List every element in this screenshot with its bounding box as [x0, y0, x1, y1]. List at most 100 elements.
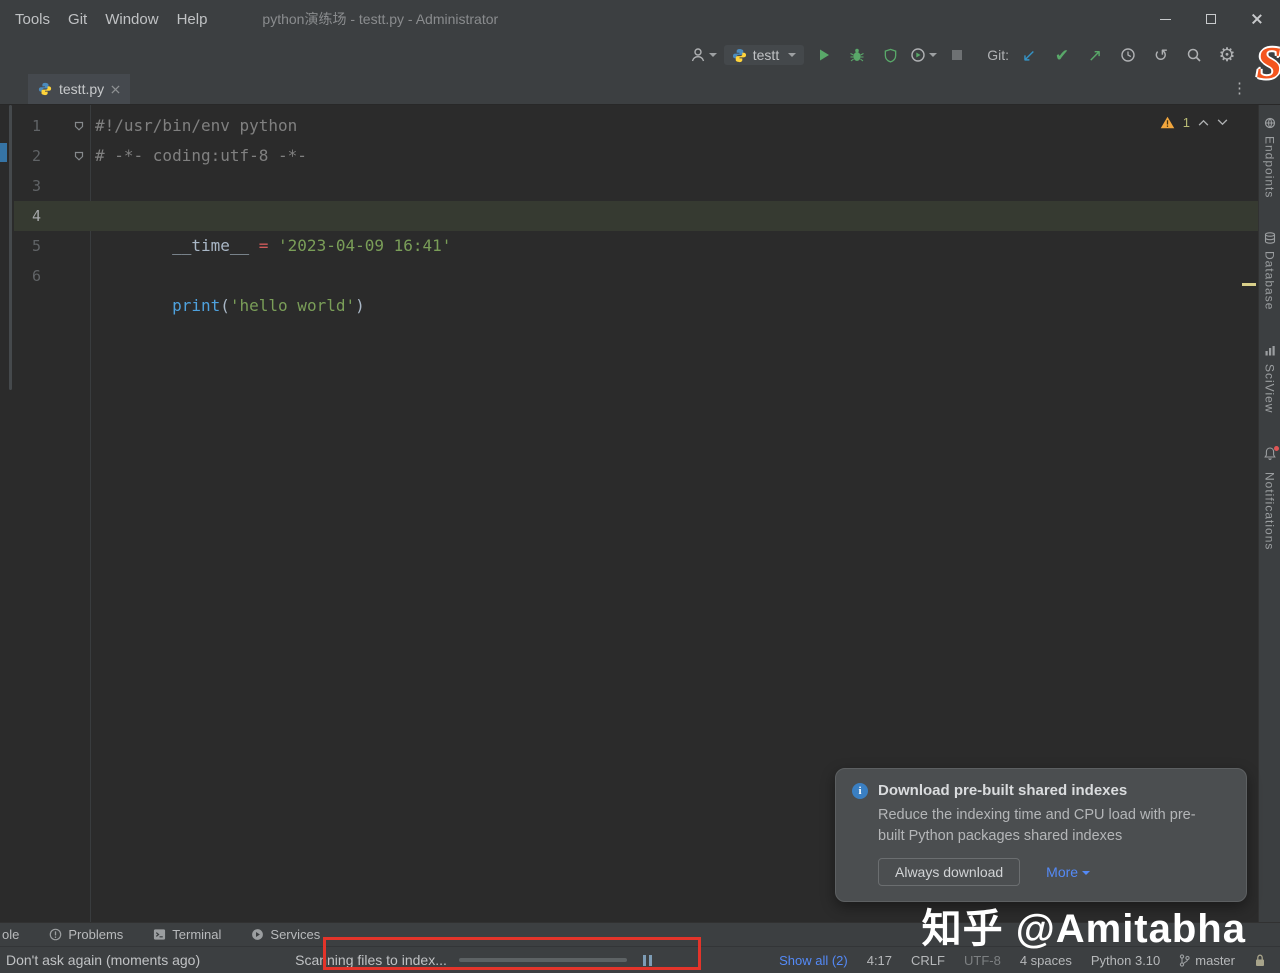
undo-icon: ↺	[1154, 47, 1168, 64]
left-gutter-stripe	[0, 105, 14, 922]
run-config-label: testt	[753, 47, 779, 63]
menu-tools[interactable]: Tools	[6, 7, 59, 32]
gutter[interactable]: 6	[14, 261, 90, 291]
rollback-button[interactable]: ↺	[1148, 43, 1174, 67]
tab-testt-py[interactable]: testt.py	[28, 74, 130, 104]
git-update-button[interactable]: ↙	[1016, 43, 1042, 67]
gutter[interactable]: 4	[14, 201, 90, 231]
code-line: 6 print('hello world')	[14, 261, 1258, 291]
line-ending-widget[interactable]: CRLF	[911, 953, 945, 968]
settings-button[interactable]: ⚙	[1214, 43, 1240, 67]
next-warning-icon[interactable]	[1217, 119, 1228, 126]
git-push-button[interactable]: ↗	[1082, 43, 1108, 67]
stripe-label: Endpoints	[1263, 136, 1277, 198]
stop-button[interactable]	[944, 43, 970, 67]
git-branch-widget[interactable]: master	[1179, 953, 1235, 968]
chevron-down-icon	[929, 53, 937, 57]
menu-git[interactable]: Git	[59, 7, 96, 32]
toolwindow-services[interactable]: Services	[251, 927, 320, 942]
fold-marker-icon[interactable]	[74, 151, 85, 162]
toolwindow-notifications[interactable]: Notifications	[1263, 447, 1277, 550]
debug-button[interactable]	[844, 43, 870, 67]
minimize-icon	[1160, 19, 1171, 20]
git-commit-button[interactable]: ✔	[1049, 43, 1075, 67]
fold-marker-icon[interactable]	[74, 121, 85, 132]
code-line: 1 #!/usr/bin/env python	[14, 111, 1258, 141]
run-button[interactable]	[811, 43, 837, 67]
toolwindow-endpoints[interactable]: Endpoints	[1263, 117, 1277, 198]
sciview-icon	[1264, 345, 1276, 357]
chevron-down-icon	[1082, 871, 1090, 875]
update-arrow-icon: ↙	[1022, 47, 1036, 64]
close-button[interactable]	[1234, 0, 1280, 38]
annotation-highlight-box	[323, 937, 701, 970]
change-marker	[0, 143, 7, 162]
coverage-button[interactable]	[877, 43, 903, 67]
gutter[interactable]: 3	[14, 171, 90, 201]
services-icon	[251, 928, 264, 941]
menu-help[interactable]: Help	[168, 7, 217, 32]
toolwindow-problems[interactable]: Problems	[49, 927, 123, 942]
toolwindow-database[interactable]: Database	[1263, 232, 1277, 310]
tab-close-icon[interactable]	[111, 85, 120, 94]
maximize-icon	[1206, 14, 1216, 24]
line-number: 1	[32, 111, 41, 141]
indent-widget[interactable]: 4 spaces	[1020, 953, 1072, 968]
run-icon	[817, 48, 831, 62]
coverage-shield-icon	[883, 48, 898, 63]
chevron-down-icon	[709, 53, 717, 57]
run-configuration-selector[interactable]: testt	[724, 45, 804, 65]
code-token: print	[172, 296, 220, 315]
notification-balloon: i Download pre-built shared indexes Redu…	[835, 768, 1247, 902]
menu-window[interactable]: Window	[96, 7, 167, 32]
always-download-button[interactable]: Always download	[878, 858, 1020, 886]
gutter[interactable]: 1	[14, 111, 90, 141]
user-account-button[interactable]	[690, 43, 717, 67]
warning-count: 1	[1183, 115, 1190, 130]
interpreter-widget[interactable]: Python 3.10	[1091, 953, 1160, 968]
minimize-button[interactable]	[1142, 0, 1188, 38]
toolwindow-sciview[interactable]: SciView	[1263, 345, 1277, 413]
tab-label: testt.py	[59, 81, 104, 97]
dont-ask-again-link[interactable]: Don't ask again (moments ago)	[6, 952, 200, 968]
info-icon: i	[852, 783, 868, 799]
code-token: )	[355, 296, 365, 315]
bug-icon	[849, 47, 865, 63]
scrollbar-thumb[interactable]	[9, 105, 12, 390]
code-line: 2 # -*- coding:utf-8 -*-	[14, 141, 1258, 171]
maximize-button[interactable]	[1188, 0, 1234, 38]
encoding-widget[interactable]: UTF-8	[964, 953, 1001, 968]
toolwindow-label: Services	[270, 927, 320, 942]
more-link[interactable]: More	[1046, 864, 1090, 880]
chevron-down-icon	[788, 53, 796, 57]
database-icon	[1264, 232, 1276, 244]
show-all-link[interactable]: Show all (2)	[779, 953, 848, 968]
python-icon	[38, 82, 52, 96]
python-icon	[732, 48, 747, 63]
warning-stripe-mark[interactable]	[1242, 283, 1256, 286]
gutter[interactable]: 2	[14, 141, 90, 171]
toolwindow-label: Terminal	[172, 927, 221, 942]
prev-warning-icon[interactable]	[1198, 119, 1209, 126]
stripe-label: Database	[1263, 251, 1277, 310]
code-line-current: 4 __time__ = '2023-04-09 16:41'	[14, 201, 1258, 231]
lock-icon[interactable]	[1254, 954, 1266, 967]
toolwindow-terminal[interactable]: Terminal	[153, 927, 221, 942]
inspection-widget[interactable]: 1	[1160, 115, 1228, 130]
gutter[interactable]: 5	[14, 231, 90, 261]
right-tool-stripe: Endpoints Database SciView Notifications	[1258, 105, 1280, 922]
toolwindow-console-partial[interactable]: ole	[2, 927, 19, 942]
code-token: #!/usr/bin/env python	[95, 116, 297, 135]
caret-position-widget[interactable]: 4:17	[867, 953, 892, 968]
line-number: 4	[32, 201, 41, 231]
code-token: # -*- coding:utf-8 -*-	[95, 146, 307, 165]
history-button[interactable]	[1115, 43, 1141, 67]
profiler-button[interactable]	[910, 43, 937, 67]
editor-options-kebab-icon[interactable]: ⋮	[1232, 79, 1248, 97]
branch-name: master	[1195, 953, 1235, 968]
user-icon	[690, 47, 706, 63]
clock-icon	[1120, 47, 1136, 63]
code-token: 'hello world'	[230, 296, 355, 315]
commit-check-icon: ✔	[1055, 47, 1069, 64]
search-everywhere-button[interactable]	[1181, 43, 1207, 67]
